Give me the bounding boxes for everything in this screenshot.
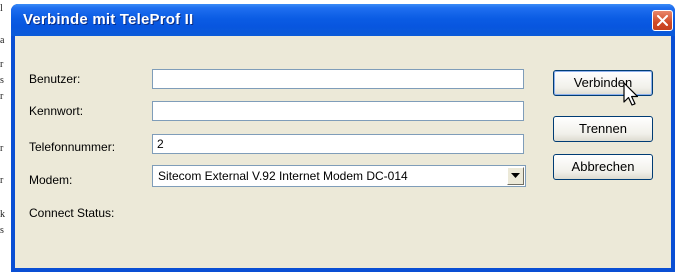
- cancel-button[interactable]: Abbrechen: [553, 154, 653, 180]
- mouse-pointer-icon: [623, 82, 639, 106]
- modem-label: Modem:: [29, 173, 73, 187]
- user-field[interactable]: [152, 69, 524, 89]
- modem-select[interactable]: Sitecom External V.92 Internet Modem DC-…: [152, 165, 526, 187]
- user-label: Benutzer:: [29, 72, 81, 86]
- dropdown-button[interactable]: [507, 167, 524, 185]
- title-bar[interactable]: Verbinde mit TeleProf II: [11, 4, 675, 36]
- modem-select-value: Sitecom External V.92 Internet Modem DC-…: [158, 169, 408, 183]
- password-field[interactable]: [152, 101, 524, 121]
- close-button[interactable]: [652, 10, 673, 31]
- password-label: Kennwort:: [29, 104, 84, 118]
- phone-field[interactable]: 2: [152, 134, 524, 154]
- dialog-body: Benutzer: Kennwort: Telefonnummer: 2 Mod…: [15, 36, 671, 268]
- close-icon: [657, 15, 668, 26]
- phone-label: Telefonnummer:: [29, 140, 116, 154]
- connect-status-label: Connect Status:: [29, 206, 115, 220]
- window-title: Verbinde mit TeleProf II: [23, 11, 194, 28]
- dialog-window: Verbinde mit TeleProf II Benutzer: Kennw…: [11, 4, 675, 272]
- chevron-down-icon: [511, 173, 520, 178]
- disconnect-button[interactable]: Trennen: [553, 116, 653, 142]
